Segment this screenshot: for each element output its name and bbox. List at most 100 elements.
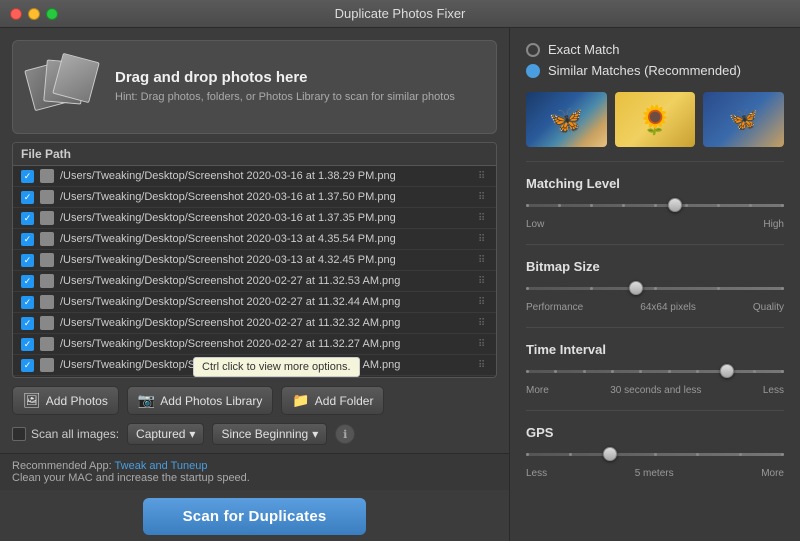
exact-match-option[interactable]: Exact Match [526, 42, 784, 57]
file-row[interactable]: ✓/Users/Tweaking/Desktop/Screenshot 2020… [13, 229, 496, 250]
file-checkbox[interactable]: ✓ [21, 212, 34, 225]
file-path-header: File Path [21, 147, 71, 161]
drag-handle-icon: ⠿ [478, 171, 488, 182]
close-button[interactable] [10, 8, 22, 20]
bitmap-size-pixels: 64x64 pixels [640, 302, 696, 313]
dot [611, 370, 614, 373]
captured-label: Captured [136, 427, 185, 441]
bottom-controls: 🖼 Add Photos 📷 Add Photos Library 📁 Add … [0, 378, 509, 453]
file-row[interactable]: ✓ /Users/Tweaking/Desktop/Screenshot 2020… [13, 355, 496, 376]
add-library-label: Add Photos Library [160, 394, 262, 408]
scan-all-checkbox-box[interactable] [12, 427, 26, 441]
maximize-button[interactable] [46, 8, 58, 20]
file-row[interactable]: ✓ /Users/Tweaking/Desktop/Screenshot 2020… [13, 250, 496, 271]
add-folder-icon: 📁 [292, 392, 309, 409]
file-row[interactable]: ✓/Users/Tweaking/Desktop/Screenshot 2020… [13, 208, 496, 229]
file-checkbox[interactable]: ✓ [21, 170, 34, 183]
file-row[interactable]: ✓/Users/Tweaking/Desktop/Screenshot 2020… [13, 166, 496, 187]
bitmap-size-track[interactable] [526, 280, 784, 296]
dot [749, 204, 752, 207]
similar-match-option[interactable]: Similar Matches (Recommended) [526, 63, 784, 78]
file-path-text: /Users/Tweaking/Desktop/Screenshot 2020-… [60, 254, 472, 266]
add-photos-label: Add Photos [46, 394, 108, 408]
add-photos-library-button[interactable]: 📷 Add Photos Library [127, 386, 274, 415]
file-checkbox[interactable]: ✓ [21, 296, 34, 309]
similar-match-label: Similar Matches (Recommended) [548, 63, 741, 78]
info-button[interactable]: ℹ [335, 424, 355, 444]
matching-level-thumb[interactable] [668, 198, 682, 212]
file-row[interactable]: ✓/Users/Tweaking/Desktop/Screenshot 2020… [13, 187, 496, 208]
captured-select[interactable]: Captured ▾ [127, 423, 204, 445]
gps-value: 5 meters [635, 468, 674, 479]
bitmap-size-bar [526, 287, 784, 290]
file-row[interactable]: ✓/Users/Tweaking/Desktop/Screenshot 2020… [13, 292, 496, 313]
gps-thumb[interactable] [603, 447, 617, 461]
file-type-icon [40, 169, 54, 183]
file-row[interactable]: ✓/Users/Tweaking/Desktop/Screenshot 2020… [13, 376, 496, 377]
file-checkbox[interactable]: ✓ [21, 317, 34, 330]
file-row[interactable]: ✓/Users/Tweaking/Desktop/Screenshot 2020… [13, 271, 496, 292]
dot [717, 287, 720, 290]
since-beginning-select[interactable]: Since Beginning ▾ [212, 423, 327, 445]
file-checkbox[interactable]: ✓ [21, 338, 34, 351]
matching-level-track[interactable] [526, 197, 784, 213]
file-checkbox[interactable]: ✓ [21, 254, 34, 267]
drop-zone-hint: Hint: Drag photos, folders, or Photos Li… [115, 90, 455, 105]
recommended-link[interactable]: Tweak and Tuneup [115, 460, 208, 472]
bitmap-size-thumb[interactable] [629, 281, 643, 295]
file-checkbox[interactable]: ✓ [21, 233, 34, 246]
main-layout: Drag and drop photos here Hint: Drag pho… [0, 28, 800, 541]
gps-less: Less [526, 468, 547, 479]
add-folder-label: Add Folder [315, 394, 374, 408]
add-folder-button[interactable]: 📁 Add Folder [281, 386, 384, 415]
gps-bar [526, 453, 784, 456]
gps-dots [526, 453, 784, 456]
time-interval-track[interactable] [526, 363, 784, 379]
divider-2 [526, 244, 784, 245]
dot [590, 204, 593, 207]
file-row[interactable]: ✓/Users/Tweaking/Desktop/Screenshot 2020… [13, 334, 496, 355]
time-interval-section: Time Interval [526, 342, 784, 396]
file-checkbox[interactable]: ✓ [21, 275, 34, 288]
matching-level-label: Matching Level [526, 176, 784, 191]
scan-all-checkbox[interactable]: Scan all images: [12, 427, 119, 441]
file-checkbox[interactable]: ✓ [21, 359, 34, 372]
file-row[interactable]: ✓/Users/Tweaking/Desktop/Screenshot 2020… [13, 313, 496, 334]
drag-handle-icon: ⠿ [478, 339, 488, 350]
gps-label: GPS [526, 425, 784, 440]
dot [781, 453, 784, 456]
dot [685, 204, 688, 207]
bitmap-size-performance: Performance [526, 302, 583, 313]
drop-zone[interactable]: Drag and drop photos here Hint: Drag pho… [12, 40, 497, 134]
time-interval-label: Time Interval [526, 342, 784, 357]
time-interval-thumb[interactable] [720, 364, 734, 378]
dot [526, 287, 529, 290]
exact-match-radio[interactable] [526, 43, 540, 57]
minimize-button[interactable] [28, 8, 40, 20]
dot [654, 204, 657, 207]
scan-options-row: Scan all images: Captured ▾ Since Beginn… [12, 423, 497, 445]
file-list-scroll[interactable]: ✓ /Users/Tweaking/Desktop/Screenshot 2020… [13, 166, 496, 377]
gps-track[interactable] [526, 446, 784, 462]
matching-level-bar [526, 204, 784, 207]
scan-for-duplicates-button[interactable]: Scan for Duplicates [143, 498, 367, 535]
add-photos-button[interactable]: 🖼 Add Photos [12, 386, 119, 415]
dot [526, 370, 529, 373]
dot [654, 453, 657, 456]
drag-handle-icon: ⠿ [478, 360, 488, 371]
sample-butterfly-2 [703, 92, 784, 147]
file-type-icon [40, 190, 54, 204]
sample-butterfly-1 [526, 92, 607, 147]
file-checkbox[interactable]: ✓ [21, 191, 34, 204]
info-icon: ℹ [343, 428, 347, 441]
dot [558, 204, 561, 207]
file-path-text: /Users/Tweaking/Desktop/Screenshot 2020-… [60, 359, 472, 371]
bitmap-size-section: Bitmap Size Performance 64x64 pixels Qu [526, 259, 784, 313]
file-type-icon [40, 295, 54, 309]
gps-labels: Less 5 meters More [526, 468, 784, 479]
action-buttons-row: 🖼 Add Photos 📷 Add Photos Library 📁 Add … [12, 386, 497, 415]
drag-handle-icon: ⠿ [478, 234, 488, 245]
dot [781, 370, 784, 373]
similar-match-radio[interactable] [526, 64, 540, 78]
gps-more: More [761, 468, 784, 479]
